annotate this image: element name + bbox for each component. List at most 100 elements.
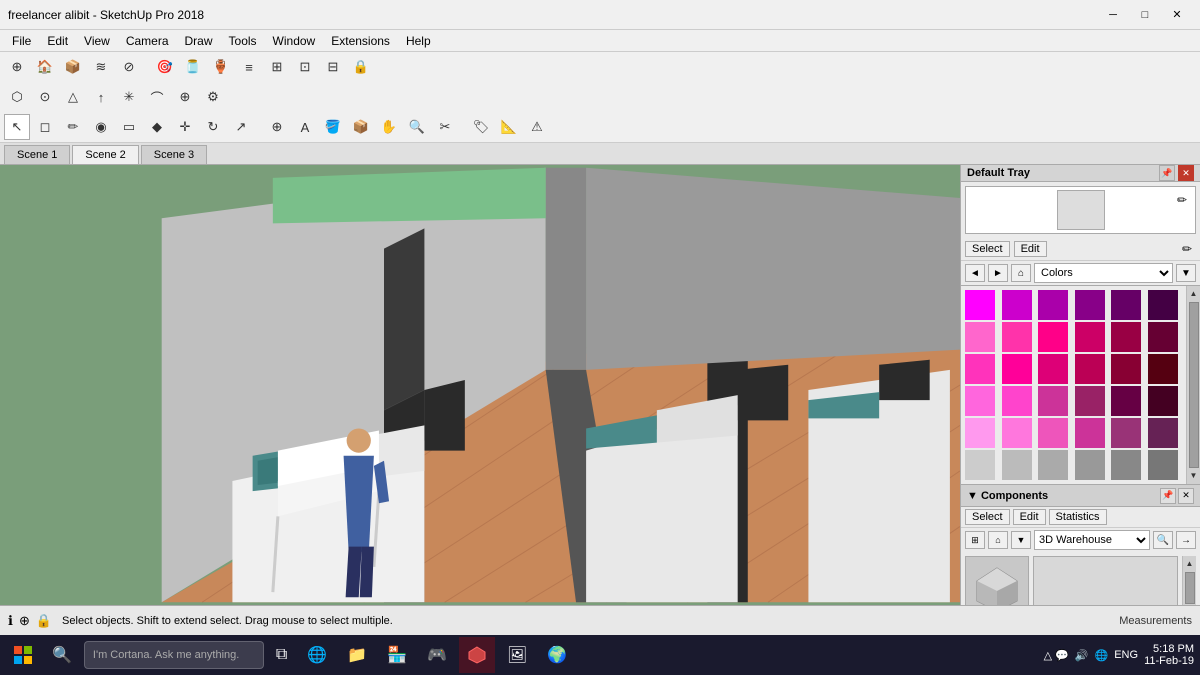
- taskbar-search-box[interactable]: I'm Cortana. Ask me anything.: [84, 641, 264, 669]
- comp-pin-btn[interactable]: 📌: [1160, 488, 1176, 504]
- color-swatch-18[interactable]: [1148, 354, 1178, 384]
- components-header[interactable]: ▼ Components 📌 ✕: [961, 485, 1200, 507]
- tray-pin-button[interactable]: 📌: [1159, 165, 1175, 181]
- tray-close-button[interactable]: ✕: [1178, 165, 1194, 181]
- mat-nav-home[interactable]: ⌂: [1011, 264, 1031, 282]
- comp-home-btn[interactable]: ⌂: [988, 531, 1008, 549]
- comp-nav-extra[interactable]: →: [1176, 531, 1196, 549]
- color-swatch-11[interactable]: [1111, 322, 1141, 352]
- viewport[interactable]: postagi.com: [0, 165, 960, 605]
- color-swatch-12[interactable]: [1148, 322, 1178, 352]
- color-swatch-32[interactable]: [1002, 450, 1032, 480]
- tb-camera-7[interactable]: ⊟: [320, 54, 346, 80]
- comp-dropdown[interactable]: 3D Warehouse: [1034, 530, 1150, 550]
- close-button[interactable]: ✕: [1162, 5, 1192, 25]
- tb-camera-8[interactable]: 🔒: [348, 54, 374, 80]
- tb-tag[interactable]: 🏷: [468, 114, 494, 140]
- menu-item-file[interactable]: File: [4, 32, 39, 50]
- color-swatch-2[interactable]: [1002, 290, 1032, 320]
- taskbar-icon-4[interactable]: 🎮: [419, 637, 455, 673]
- tb-camera-3[interactable]: 🏺: [208, 54, 234, 80]
- color-swatch-13[interactable]: [965, 354, 995, 384]
- color-swatch-27[interactable]: [1038, 418, 1068, 448]
- color-swatch-35[interactable]: [1111, 450, 1141, 480]
- color-swatch-34[interactable]: [1075, 450, 1105, 480]
- comp-dropdown-arrow[interactable]: ▼: [1011, 531, 1031, 549]
- color-swatch-30[interactable]: [1148, 418, 1178, 448]
- comp-edit-btn[interactable]: Edit: [1013, 509, 1046, 525]
- scene-tab-3[interactable]: Scene 3: [141, 145, 207, 164]
- taskbar-sketchup-icon[interactable]: [459, 637, 495, 673]
- tb-icon-4[interactable]: ≋: [88, 54, 114, 80]
- color-swatch-19[interactable]: [965, 386, 995, 416]
- color-swatch-23[interactable]: [1111, 386, 1141, 416]
- scene-tab-1[interactable]: Scene 1: [4, 145, 70, 164]
- color-swatch-28[interactable]: [1075, 418, 1105, 448]
- color-swatch-3[interactable]: [1038, 290, 1068, 320]
- comp-scroll-thumb[interactable]: [1185, 572, 1195, 604]
- tb-hand[interactable]: ✋: [376, 114, 402, 140]
- tb-section[interactable]: ✂: [432, 114, 458, 140]
- scroll-down-arrow[interactable]: ▼: [1190, 470, 1198, 482]
- comp-grid-btn[interactable]: ⊞: [965, 531, 985, 549]
- menu-item-view[interactable]: View: [76, 32, 118, 50]
- tb-rect[interactable]: ▭: [116, 114, 142, 140]
- minimize-button[interactable]: ─: [1098, 5, 1128, 25]
- tb-orbit[interactable]: ⊕: [264, 114, 290, 140]
- color-swatch-20[interactable]: [1002, 386, 1032, 416]
- menu-item-draw[interactable]: Draw: [177, 32, 221, 50]
- tb-camera-6[interactable]: ⊡: [292, 54, 318, 80]
- task-view-button[interactable]: ⧉: [268, 637, 295, 673]
- tb-draw-4[interactable]: ↑: [88, 84, 114, 110]
- mat-nav-back[interactable]: ◄: [965, 264, 985, 282]
- tb-camera-4[interactable]: ≡: [236, 54, 262, 80]
- menu-item-help[interactable]: Help: [398, 32, 439, 50]
- comp-stats-btn[interactable]: Statistics: [1049, 509, 1107, 525]
- tb-dim[interactable]: 📐: [496, 114, 522, 140]
- taskbar-volume-icon[interactable]: 🔊: [1075, 649, 1089, 662]
- color-swatch-16[interactable]: [1075, 354, 1105, 384]
- color-swatch-9[interactable]: [1038, 322, 1068, 352]
- color-swatch-25[interactable]: [965, 418, 995, 448]
- tb-draw-8[interactable]: ⚙: [200, 84, 226, 110]
- tb-camera-5[interactable]: ⊞: [264, 54, 290, 80]
- tb-icon-2[interactable]: 🏠: [32, 54, 58, 80]
- menu-item-extensions[interactable]: Extensions: [323, 32, 398, 50]
- comp-scrollbar[interactable]: ▲ ▼: [1182, 556, 1196, 605]
- color-swatch-14[interactable]: [1002, 354, 1032, 384]
- color-swatch-24[interactable]: [1148, 386, 1178, 416]
- menu-item-tools[interactable]: Tools: [221, 32, 265, 50]
- tb-draw-3[interactable]: △: [60, 84, 86, 110]
- color-swatch-6[interactable]: [1148, 290, 1178, 320]
- comp-search-btn[interactable]: 🔍: [1153, 531, 1173, 549]
- tb-paint[interactable]: 🪣: [320, 114, 346, 140]
- tb-push[interactable]: ◆: [144, 114, 170, 140]
- color-swatch-33[interactable]: [1038, 450, 1068, 480]
- tb-select[interactable]: ↖: [4, 114, 30, 140]
- color-swatch-21[interactable]: [1038, 386, 1068, 416]
- comp-select-btn[interactable]: Select: [965, 509, 1010, 525]
- menu-item-window[interactable]: Window: [265, 32, 324, 50]
- tb-lasso[interactable]: ◉: [88, 114, 114, 140]
- color-swatch-36[interactable]: [1148, 450, 1178, 480]
- tb-icon-5[interactable]: ⊘: [116, 54, 142, 80]
- tb-draw-2[interactable]: ⊙: [32, 84, 58, 110]
- materials-pencil-icon[interactable]: ✏: [1178, 240, 1196, 258]
- taskbar-chrome-icon[interactable]: 🌍: [539, 637, 575, 673]
- comp-scroll-up[interactable]: ▲: [1186, 558, 1194, 570]
- menu-item-camera[interactable]: Camera: [118, 32, 177, 50]
- color-swatch-29[interactable]: [1111, 418, 1141, 448]
- color-swatch-10[interactable]: [1075, 322, 1105, 352]
- tb-icon-1[interactable]: ⊕: [4, 54, 30, 80]
- color-swatch-31[interactable]: [965, 450, 995, 480]
- tb-text[interactable]: A: [292, 114, 318, 140]
- tb-camera-2[interactable]: 🫙: [180, 54, 206, 80]
- tb-scale[interactable]: ↗: [228, 114, 254, 140]
- tb-camera-1[interactable]: 🎯: [152, 54, 178, 80]
- color-swatch-26[interactable]: [1002, 418, 1032, 448]
- tb-move[interactable]: ✛: [172, 114, 198, 140]
- tb-draw-7[interactable]: ⊕: [172, 84, 198, 110]
- cortana-button[interactable]: 🔍: [44, 637, 80, 673]
- taskbar-photos-icon[interactable]: 🖼: [499, 637, 535, 673]
- tb-warn[interactable]: ⚠: [524, 114, 550, 140]
